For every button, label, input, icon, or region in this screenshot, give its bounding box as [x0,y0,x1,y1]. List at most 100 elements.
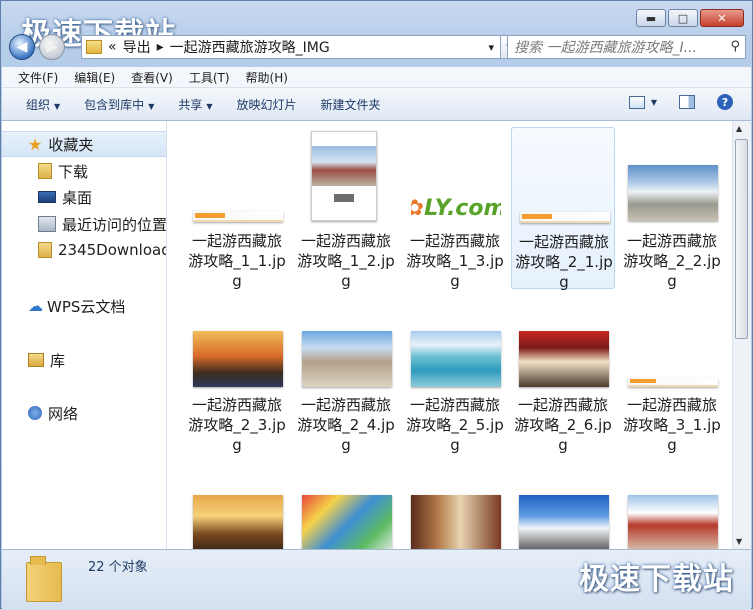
nav-item-label: 2345Downloads [58,241,167,259]
file-thumbnail [311,131,377,221]
forward-button[interactable]: ▶ [39,34,65,60]
nav-library[interactable]: 库 [28,348,65,372]
file-tile[interactable] [511,455,615,549]
menu-help[interactable]: 帮助(H) [246,69,288,86]
file-name: 一起游西藏旅游攻略_2_4.jpg [297,396,395,454]
maximize-button[interactable]: □ [668,9,698,27]
vertical-scrollbar[interactable]: ▲ ▼ [732,121,751,549]
folder-icon [38,242,52,258]
scroll-up-icon[interactable]: ▲ [736,124,742,133]
watermark-bottom: 极速下载站 [579,562,734,597]
new-folder-button[interactable]: 新建文件夹 [321,96,381,113]
minimize-button[interactable]: ▬ [636,9,666,27]
nav-item-2345downloads[interactable]: 2345Downloads [38,238,167,262]
file-name: 一起游西藏旅游攻略_1_2.jpg [297,232,395,290]
file-tile[interactable]: 一起游西藏旅游攻略_2_4.jpg [294,291,398,454]
file-tile[interactable]: 一起游西藏旅游攻略_2_2.jpg [620,127,724,290]
include-label: 包含到库中 [84,97,145,112]
command-bar: 组织 ▼ 包含到库中 ▼ 共享 ▼ 放映幻灯片 新建文件夹 ▼ ? [2,88,751,121]
chevron-down-icon: ▼ [148,101,155,111]
file-tile[interactable]: ✿LY.com 一起游西藏旅游攻略_1_3.jpg [403,127,507,290]
file-tile[interactable]: 一起游西藏旅游攻略_2_5.jpg [403,291,507,454]
back-button[interactable]: ◀ [9,34,35,60]
breadcrumb-separator[interactable]: ▸ [157,39,164,55]
nav-item-label: 下载 [58,162,89,181]
organize-button[interactable]: 组织 ▼ [26,96,60,113]
file-tile[interactable]: 一起游西藏旅游攻略_1_1.jpg [185,127,289,290]
file-tile[interactable]: 一起游西藏旅游攻略_2_3.jpg [185,291,289,454]
navigation-bar: ◀ ▶ « 导出 ▸ 一起游西藏旅游攻略_IMG ▾ ⟲ 搜索 一起游西藏旅游攻… [9,33,746,61]
preview-pane-button[interactable] [679,95,695,109]
folder-icon [26,556,66,602]
item-count: 22 个对象 [88,560,148,575]
menu-tools[interactable]: 工具(T) [189,69,230,86]
star-icon: ★ [28,134,43,154]
path-overflow[interactable]: « [108,39,117,55]
nav-favorites[interactable]: ★ 收藏夹 [2,131,166,157]
file-tile[interactable] [403,455,507,549]
file-thumbnail [628,378,718,387]
cloud-icon: ☁ [28,297,43,315]
file-name: 一起游西藏旅游攻略_3_1.jpg [623,396,721,454]
menu-edit[interactable]: 编辑(E) [74,69,115,86]
file-tile[interactable] [294,455,398,549]
file-thumbnail [628,495,718,549]
file-thumbnail [628,165,718,221]
share-button[interactable]: 共享 ▼ [178,96,212,113]
chevron-down-icon: ▼ [650,97,657,107]
breadcrumb-export[interactable]: 导出 [123,37,151,57]
recent-places-icon [38,216,56,232]
search-placeholder: 搜索 一起游西藏旅游攻略_I... [514,40,697,56]
desktop-icon [38,191,56,203]
wps-label: WPS云文档 [47,297,126,316]
address-bar[interactable]: « 导出 ▸ 一起游西藏旅游攻略_IMG ▾ [81,35,501,59]
menu-file[interactable]: 文件(F) [18,69,58,86]
slideshow-button[interactable]: 放映幻灯片 [237,96,297,113]
change-view-button[interactable]: ▼ [628,95,657,109]
file-name: 一起游西藏旅游攻略_2_1.jpg [515,233,613,291]
explorer-window: 极速下载站 ▬ □ ✕ ◀ ▶ « 导出 ▸ 一起游西藏旅游攻略_IMG ▾ ⟲… [0,0,753,610]
file-thumbnail [193,211,283,222]
scroll-down-icon[interactable]: ▼ [736,537,742,546]
address-dropdown-icon[interactable]: ▾ [488,41,494,54]
include-in-library-button[interactable]: 包含到库中 ▼ [84,96,154,113]
file-thumbnail: ✿LY.com [411,193,501,223]
file-tile[interactable]: 一起游西藏旅游攻略_2_6.jpg [511,291,615,454]
folder-icon [86,40,102,54]
nav-network[interactable]: 网络 [28,401,78,425]
search-input[interactable]: 搜索 一起游西藏旅游攻略_I... ⚲ [507,35,746,59]
file-thumbnail [411,331,501,387]
library-label: 库 [50,351,66,370]
file-tile-selected[interactable]: 一起游西藏旅游攻略_2_1.jpg [511,127,615,291]
network-icon [28,406,42,420]
file-thumbnail [302,331,392,387]
nav-item-desktop[interactable]: 桌面 [38,185,92,209]
network-label: 网络 [48,404,79,423]
downloads-folder-icon [38,163,52,179]
file-name: 一起游西藏旅游攻略_2_3.jpg [188,396,286,454]
nav-item-recent[interactable]: 最近访问的位置 [38,212,167,236]
file-tile[interactable]: 一起游西藏旅游攻略_1_2.jpg [294,127,398,290]
file-tile[interactable] [620,455,724,549]
file-name: 一起游西藏旅游攻略_2_6.jpg [514,396,612,454]
search-icon[interactable]: ⚲ [730,39,740,54]
close-button[interactable]: ✕ [700,9,744,27]
nav-item-label: 桌面 [62,188,93,207]
nav-item-downloads[interactable]: 下载 [38,159,88,183]
file-name: 一起游西藏旅游攻略_2_2.jpg [623,232,721,290]
nav-item-label: 最近访问的位置 [62,215,167,234]
menu-view[interactable]: 查看(V) [131,69,173,86]
file-thumbnail [411,495,501,549]
menu-bar: 文件(F) 编辑(E) 查看(V) 工具(T) 帮助(H) [2,67,751,88]
breadcrumb-current[interactable]: 一起游西藏旅游攻略_IMG [170,37,330,57]
help-icon[interactable]: ? [717,94,733,110]
file-thumbnail [302,495,392,549]
file-name: 一起游西藏旅游攻略_1_3.jpg [406,232,504,290]
file-tile[interactable] [185,455,289,549]
organize-label: 组织 [26,97,51,112]
file-thumbnail [520,212,610,223]
nav-wps-cloud[interactable]: ☁ WPS云文档 [28,294,125,318]
library-icon [28,353,44,367]
scroll-thumb[interactable] [735,139,748,339]
file-tile[interactable]: 一起游西藏旅游攻略_3_1.jpg [620,291,724,454]
